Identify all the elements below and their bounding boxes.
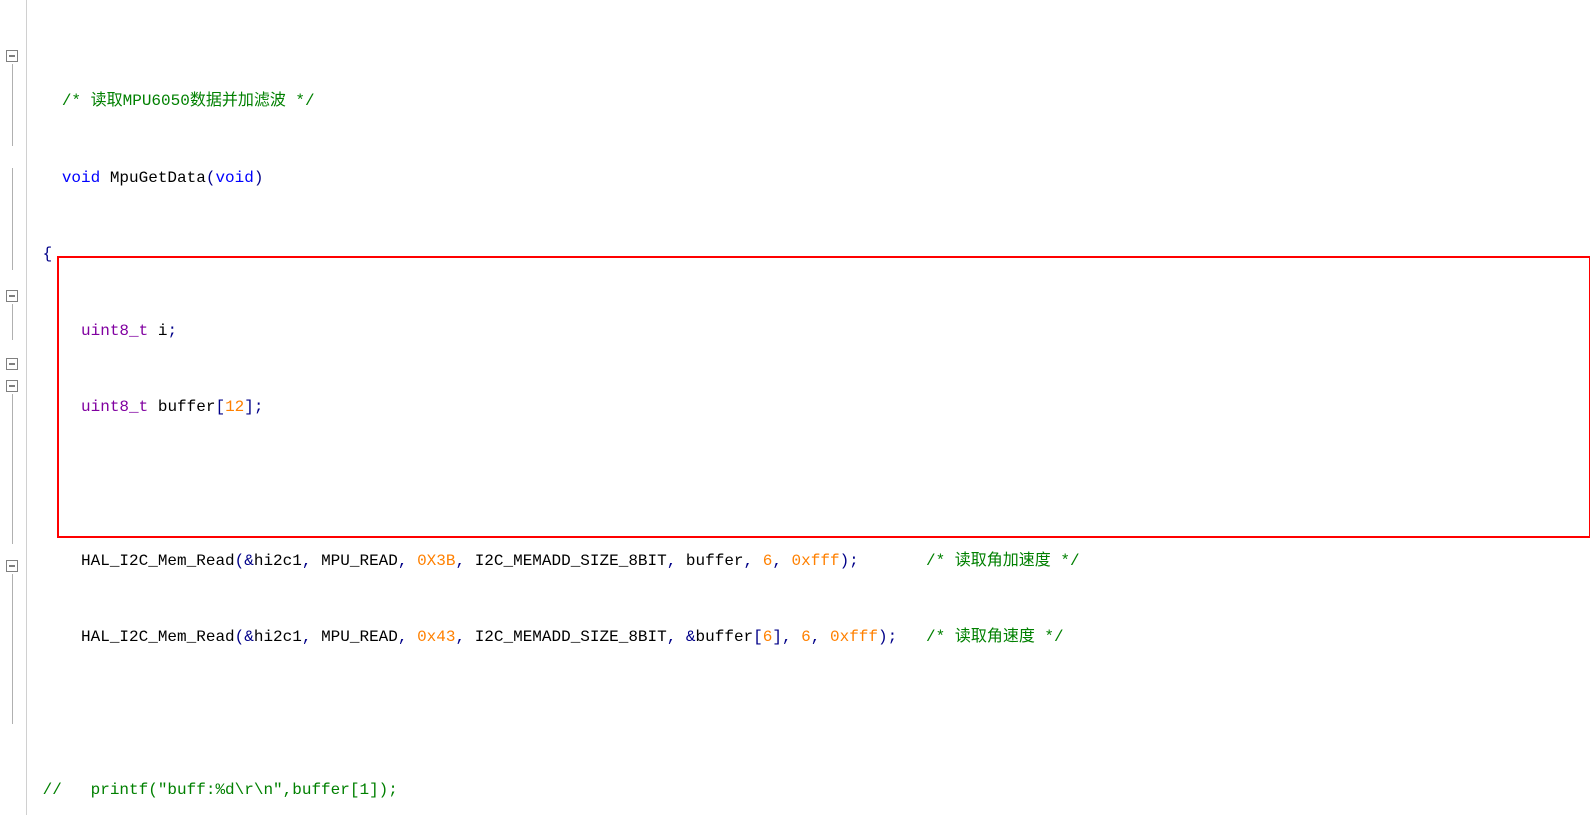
fold-line	[12, 304, 13, 340]
punct: ,	[302, 628, 321, 646]
punct: ,	[455, 552, 474, 570]
ident: hi2c1	[254, 552, 302, 570]
fold-toggle[interactable]	[6, 380, 18, 392]
ident: HAL_I2C_Mem_Read	[81, 628, 235, 646]
code-line[interactable]: HAL_I2C_Mem_Read(&hi2c1, MPU_READ, 0X3B,…	[33, 550, 1590, 573]
fold-toggle[interactable]	[6, 50, 18, 62]
punct: [	[753, 628, 763, 646]
punct: ,	[455, 628, 474, 646]
ident: I2C_MEMADD_SIZE_8BIT	[475, 552, 667, 570]
punct: ;	[167, 322, 177, 340]
code-line[interactable]: uint8_t buffer[12];	[33, 396, 1590, 419]
number: 6	[763, 552, 773, 570]
punct: ,	[772, 552, 791, 570]
number: 0xfff	[830, 628, 878, 646]
code-line[interactable]: void MpuGetData(void)	[33, 167, 1590, 190]
comment: /* 读取角速度 */	[926, 628, 1064, 646]
punct: (&	[235, 628, 254, 646]
punct: ,	[398, 552, 417, 570]
keyword: void	[62, 169, 100, 187]
punct: ,	[744, 552, 763, 570]
ident: i	[148, 322, 167, 340]
ident: I2C_MEMADD_SIZE_8BIT	[475, 628, 667, 646]
punct: ,	[811, 628, 830, 646]
fold-toggle[interactable]	[6, 290, 18, 302]
punct: );	[840, 552, 859, 570]
punct: (&	[235, 552, 254, 570]
code-editor[interactable]: /* 读取MPU6050数据并加滤波 */ void MpuGetData(vo…	[0, 0, 1590, 815]
punct: ];	[244, 398, 263, 416]
comment: /* 读取角加速度 */	[926, 552, 1080, 570]
comment: // printf("buff:%d\r\n",buffer[1]);	[43, 781, 398, 799]
code-line[interactable]: /* 读取MPU6050数据并加滤波 */	[33, 90, 1590, 113]
number: 0x43	[417, 628, 455, 646]
number: 6	[801, 628, 811, 646]
code-line[interactable]: HAL_I2C_Mem_Read(&hi2c1, MPU_READ, 0x43,…	[33, 626, 1590, 649]
code-line[interactable]: // printf("buff:%d\r\n",buffer[1]);	[33, 779, 1590, 802]
ident: MpuGetData	[100, 169, 206, 187]
number: 12	[225, 398, 244, 416]
punct: (	[206, 169, 216, 187]
keyword: void	[215, 169, 253, 187]
fold-line	[12, 574, 13, 724]
fold-line	[12, 168, 13, 270]
punct: );	[878, 628, 897, 646]
ident: hi2c1	[254, 628, 302, 646]
fold-line	[12, 394, 13, 544]
ident: MPU_READ	[321, 552, 398, 570]
punct: ,	[398, 628, 417, 646]
fold-toggle[interactable]	[6, 358, 18, 370]
brace: {	[43, 245, 53, 263]
ident: HAL_I2C_Mem_Read	[81, 552, 235, 570]
number: 0xfff	[792, 552, 840, 570]
fold-line	[12, 64, 13, 146]
ident: buffer	[686, 552, 744, 570]
punct: [	[215, 398, 225, 416]
punct: )	[254, 169, 264, 187]
punct: , &	[667, 628, 696, 646]
punct: ,	[302, 552, 321, 570]
fold-toggle[interactable]	[6, 560, 18, 572]
number: 6	[763, 628, 773, 646]
code-line[interactable]	[33, 473, 1590, 496]
ident: buffer	[696, 628, 754, 646]
punct: ],	[772, 628, 801, 646]
ident: MPU_READ	[321, 628, 398, 646]
ident: buffer	[148, 398, 215, 416]
code-line[interactable]	[33, 703, 1590, 726]
type: uint8_t	[81, 322, 148, 340]
fold-gutter	[0, 0, 27, 815]
type: uint8_t	[81, 398, 148, 416]
code-line[interactable]: {	[33, 243, 1590, 266]
code-area[interactable]: /* 读取MPU6050数据并加滤波 */ void MpuGetData(vo…	[27, 0, 1590, 815]
number: 0X3B	[417, 552, 455, 570]
comment: /* 读取MPU6050数据并加滤波 */	[62, 92, 315, 110]
code-line[interactable]: uint8_t i;	[33, 320, 1590, 343]
punct: ,	[667, 552, 686, 570]
